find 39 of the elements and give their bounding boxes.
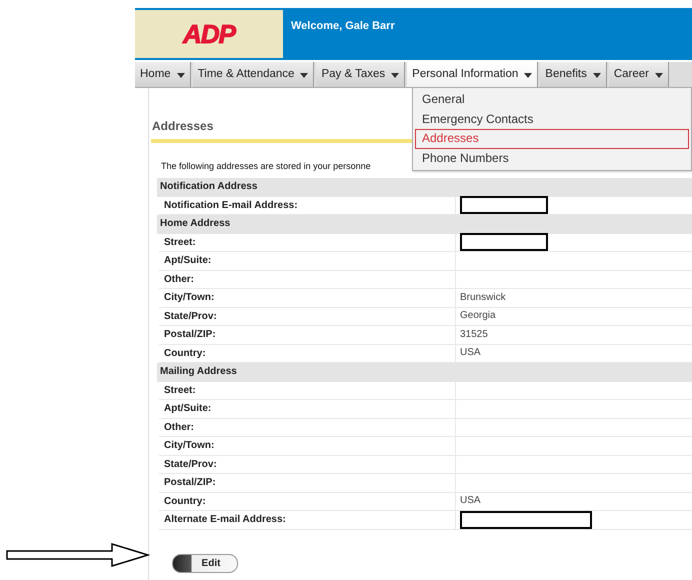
- field-label: Postal/ZIP:: [159, 326, 456, 344]
- page-title: Addresses: [152, 118, 214, 131]
- nav-tab[interactable]: Career: [608, 62, 669, 87]
- section-header: Mailing Address: [157, 363, 692, 382]
- field-label: Country:: [159, 492, 456, 510]
- logo: ADP: [183, 21, 235, 47]
- nav-tab[interactable]: Home: [135, 62, 191, 87]
- edit-button[interactable]: Edit: [172, 554, 238, 572]
- field-label: Apt/Suite:: [159, 400, 456, 418]
- field-label: Other:: [159, 418, 456, 436]
- field-value: Brunswick: [460, 290, 506, 305]
- field-label: State/Prov:: [159, 308, 456, 325]
- field-value: 31525: [460, 328, 488, 342]
- field-label: City/Town:: [159, 437, 456, 454]
- field-value: USA: [460, 346, 481, 360]
- nav-tab[interactable]: Personal Information: [407, 62, 538, 87]
- field-value: Georgia: [460, 309, 496, 324]
- field-label: Postal/ZIP:: [159, 474, 456, 492]
- menu-item[interactable]: Emergency Contacts: [415, 110, 689, 129]
- nav-tab[interactable]: Pay & Taxes: [316, 62, 406, 87]
- field-label: Country:: [159, 344, 456, 362]
- field-label: Apt/Suite:: [159, 252, 456, 270]
- menu-item[interactable]: General: [415, 90, 689, 110]
- section-header: Notification Address: [157, 178, 692, 196]
- field-label: Other:: [159, 270, 456, 288]
- field-label: Street:: [159, 382, 456, 399]
- section-header: Home Address: [157, 215, 692, 234]
- field-label: Street:: [159, 234, 456, 251]
- nav-tab[interactable]: Time & Attendance: [192, 62, 314, 87]
- menu-item[interactable]: Phone Numbers: [415, 148, 689, 168]
- menu-item[interactable]: Addresses: [415, 129, 689, 148]
- field-label: Alternate E-mail Address:: [159, 511, 456, 528]
- field-value: USA: [460, 494, 481, 508]
- welcome-text: Welcome, Gale Barr: [291, 19, 395, 32]
- field-label: State/Prov:: [159, 456, 456, 473]
- nav-tab[interactable]: Benefits: [540, 62, 607, 87]
- field-label: City/Town:: [159, 289, 456, 306]
- intro-text: The following addresses are stored in your personne: [161, 160, 372, 172]
- field-label: Notification E-mail Address:: [159, 196, 456, 214]
